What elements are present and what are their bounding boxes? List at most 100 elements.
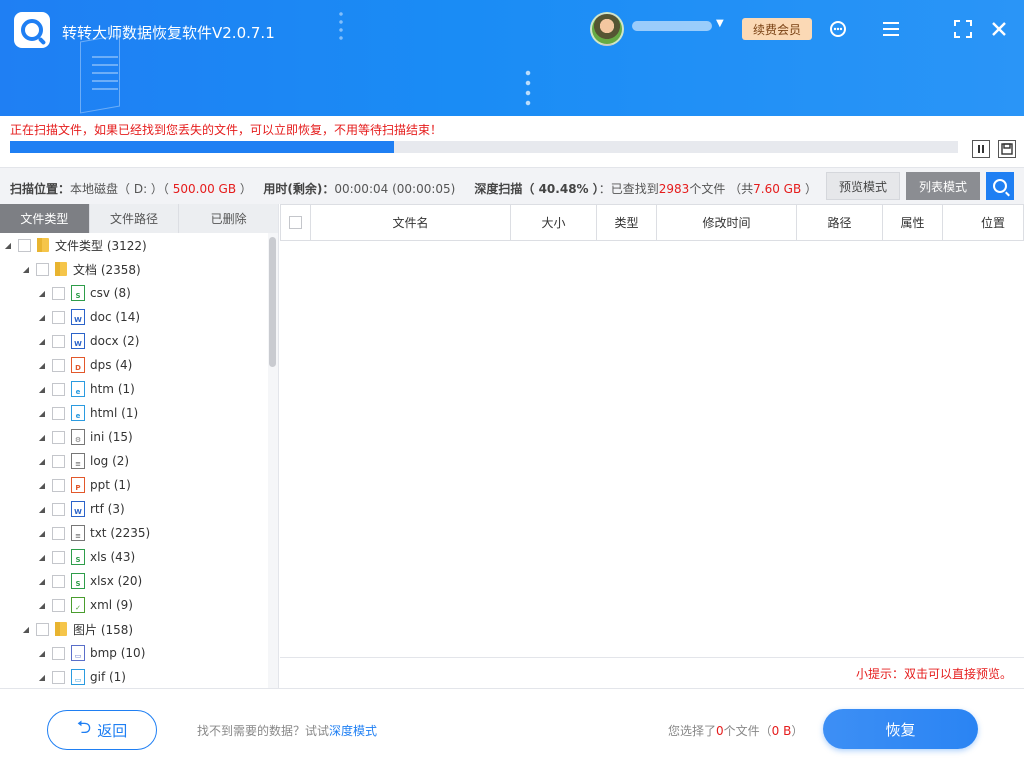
tree-checkbox[interactable]	[52, 334, 65, 348]
tree-node-file-type[interactable]: ◢ Pppt (1)	[38, 473, 131, 497]
tree-node-file-type[interactable]: ◢ e htm (1)	[38, 377, 135, 401]
tree-checkbox[interactable]	[52, 358, 65, 372]
file-table-header: 文件名 大小 类型 修改时间 路径 属性 位置	[280, 204, 1024, 241]
tree-checkbox[interactable]	[52, 550, 65, 564]
tree-node-documents[interactable]: ◢ 文档 (2358)	[22, 257, 141, 281]
expand-triangle-icon[interactable]: ◢	[38, 313, 46, 322]
tree-checkbox[interactable]	[52, 598, 65, 612]
tree-node-label: xlsx (20)	[90, 574, 143, 588]
expand-triangle-icon[interactable]: ◢	[38, 601, 46, 610]
expand-triangle-icon[interactable]: ◢	[4, 241, 12, 250]
tree-node-file-type[interactable]: ◢ ≡ txt (2235)	[38, 521, 150, 545]
tree-node-root[interactable]: ◢ 文件类型 (3122)	[4, 233, 147, 257]
tree-node-file-type[interactable]: ◢ e html (1)	[38, 401, 138, 425]
tree-node-file-type[interactable]: ◢ Wdoc (14)	[38, 305, 140, 329]
column-header-name[interactable]: 文件名	[311, 205, 511, 240]
expand-triangle-icon[interactable]: ◢	[38, 577, 46, 586]
tree-checkbox[interactable]	[52, 406, 65, 420]
tree-checkbox[interactable]	[18, 238, 31, 252]
expand-triangle-icon[interactable]: ◢	[38, 673, 46, 682]
tree-node-file-type[interactable]: ◢ Scsv (8)	[38, 281, 131, 305]
expand-triangle-icon[interactable]: ◢	[38, 553, 46, 562]
tree-checkbox[interactable]	[52, 382, 65, 396]
select-all-cell[interactable]	[281, 205, 311, 240]
column-header-size[interactable]: 大小	[511, 205, 597, 240]
tab-file-type[interactable]: 文件类型	[0, 204, 90, 233]
tree-node-file-type[interactable]: ◢ ▭ bmp (10)	[38, 641, 145, 665]
tree-checkbox[interactable]	[52, 646, 65, 660]
tree-node-file-type[interactable]: ◢ Sxls (43)	[38, 545, 135, 569]
tree-node-label: ini (15)	[90, 430, 133, 444]
file-table-body	[280, 241, 1024, 657]
header-decoration-lines	[92, 50, 118, 90]
tree-checkbox[interactable]	[52, 430, 65, 444]
select-all-checkbox[interactable]	[289, 216, 302, 229]
support-icon[interactable]	[827, 18, 849, 40]
column-header-type[interactable]: 类型	[597, 205, 657, 240]
tree-node-file-type[interactable]: ◢ ✓ xml (9)	[38, 593, 133, 617]
expand-triangle-icon[interactable]: ◢	[38, 385, 46, 394]
expand-triangle-icon[interactable]: ◢	[38, 337, 46, 346]
maximize-icon[interactable]	[952, 18, 974, 40]
expand-triangle-icon[interactable]: ◢	[22, 625, 30, 634]
tree-checkbox[interactable]	[36, 622, 49, 636]
tree-checkbox[interactable]	[52, 454, 65, 468]
pause-button[interactable]	[972, 140, 990, 158]
column-header-location[interactable]: 位置	[943, 205, 1023, 240]
file-type-tree: ◢ 文件类型 (3122) ◢ 文档 (2358) ◢ Scsv (8) ◢ Wdoc…	[0, 233, 268, 688]
tree-scroll-thumb[interactable]	[269, 237, 276, 367]
tree-node-images[interactable]: ◢ 图片 (158)	[22, 617, 133, 641]
expand-triangle-icon[interactable]: ◢	[38, 505, 46, 514]
user-avatar[interactable]	[590, 12, 624, 46]
back-button-label: 返回	[97, 721, 128, 740]
tree-node-file-type[interactable]: ◢ Wrtf (3)	[38, 497, 125, 521]
tree-node-label: gif (1)	[90, 670, 126, 684]
back-button[interactable]: ⮌ 返回	[47, 710, 157, 750]
capacity-close: ）	[236, 182, 252, 196]
stop-save-button[interactable]	[998, 140, 1016, 158]
close-icon[interactable]	[988, 18, 1010, 40]
preview-mode-button[interactable]: 预览模式	[826, 172, 900, 200]
expand-triangle-icon[interactable]: ◢	[38, 433, 46, 442]
tree-checkbox[interactable]	[52, 526, 65, 540]
expand-triangle-icon[interactable]: ◢	[38, 409, 46, 418]
scan-status-message: 正在扫描文件，如果已经找到您丢失的文件，可以立即恢复，不用等待扫描结束！	[10, 123, 443, 137]
menu-icon[interactable]	[880, 18, 902, 40]
column-header-modified[interactable]: 修改时间	[657, 205, 797, 240]
file-type-icon: ▭	[71, 645, 85, 661]
tree-node-file-type[interactable]: ◢ ⚙ ini (15)	[38, 425, 133, 449]
tree-checkbox[interactable]	[52, 310, 65, 324]
tree-node-file-type[interactable]: ◢ Sxlsx (20)	[38, 569, 142, 593]
tree-checkbox[interactable]	[52, 502, 65, 516]
tree-checkbox[interactable]	[52, 286, 65, 300]
chevron-down-icon[interactable]: ▼	[716, 18, 724, 29]
expand-triangle-icon[interactable]: ◢	[38, 361, 46, 370]
tree-node-file-type[interactable]: ◢ ▭ gif (1)	[38, 665, 126, 688]
tree-node-file-type[interactable]: ◢ Wdocx (2)	[38, 329, 139, 353]
tree-checkbox[interactable]	[36, 262, 49, 276]
column-header-attributes[interactable]: 属性	[883, 205, 943, 240]
expand-triangle-icon[interactable]: ◢	[38, 481, 46, 490]
tree-node-file-type[interactable]: ◢ ≡ log (2)	[38, 449, 129, 473]
list-mode-button[interactable]: 列表模式	[906, 172, 980, 200]
tree-tabs: 文件类型 文件路径 已删除	[0, 204, 278, 233]
expand-triangle-icon[interactable]: ◢	[22, 265, 30, 274]
renew-vip-button[interactable]: 续费会员	[742, 18, 812, 40]
expand-triangle-icon[interactable]: ◢	[38, 289, 46, 298]
file-type-icon: W	[71, 333, 85, 349]
tree-scrollbar[interactable]	[268, 233, 278, 688]
tree-node-file-type[interactable]: ◢ Ddps (4)	[38, 353, 132, 377]
tree-checkbox[interactable]	[52, 478, 65, 492]
expand-triangle-icon[interactable]: ◢	[38, 457, 46, 466]
search-button[interactable]	[986, 172, 1014, 200]
recover-button[interactable]: 恢复	[823, 709, 978, 749]
username-redacted[interactable]	[632, 21, 712, 31]
tab-deleted[interactable]: 已删除	[179, 204, 278, 233]
column-header-path[interactable]: 路径	[797, 205, 883, 240]
expand-triangle-icon[interactable]: ◢	[38, 649, 46, 658]
expand-triangle-icon[interactable]: ◢	[38, 529, 46, 538]
tab-file-path[interactable]: 文件路径	[90, 204, 180, 233]
tree-checkbox[interactable]	[52, 574, 65, 588]
tree-checkbox[interactable]	[52, 670, 65, 684]
deep-mode-link[interactable]: 深度模式	[329, 724, 377, 738]
